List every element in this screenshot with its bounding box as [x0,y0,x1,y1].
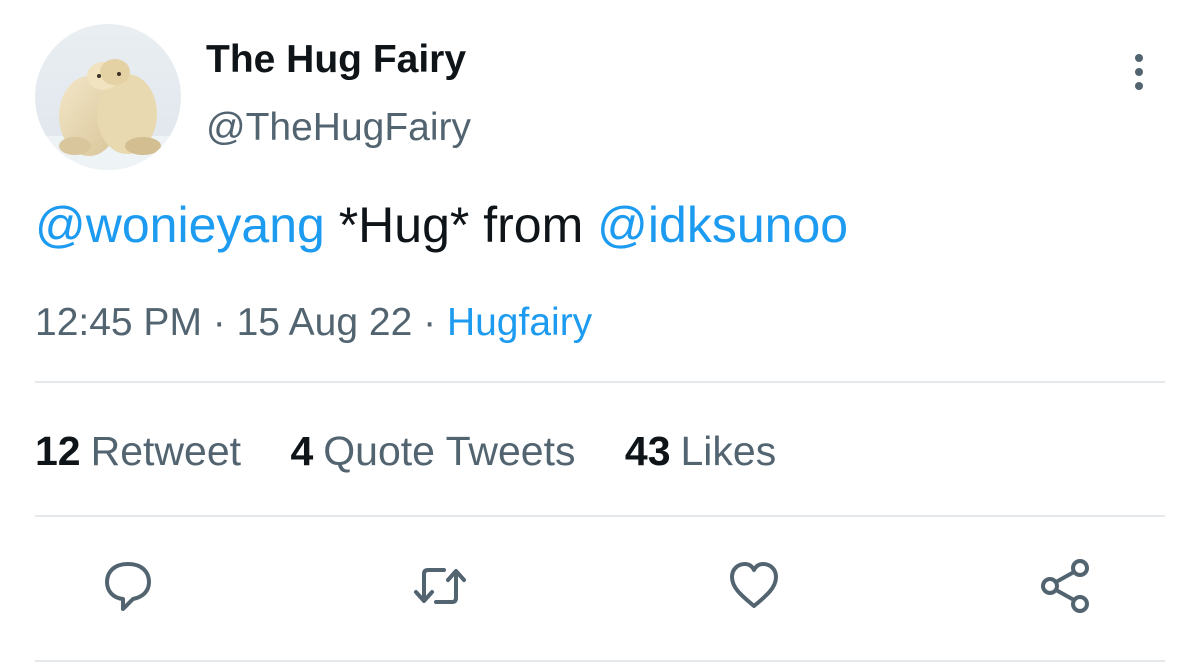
retweets-count: 12 [35,428,81,474]
display-name[interactable]: The Hug Fairy [206,38,466,82]
likes-label: Likes [680,428,777,474]
like-button[interactable] [724,556,784,616]
tweet-meta: 12:45 PM · 15 Aug 22 · Hugfairy [35,301,592,345]
retweet-icon [414,568,466,604]
tweet-date[interactable]: 15 Aug 22 [237,301,413,344]
meta-separator: · [201,301,237,344]
likes-stat[interactable]: 43 Likes [625,428,776,475]
tweet-detail: The Hug Fairy @TheHugFairy @wonieyang *H… [0,0,1200,671]
retweets-stat[interactable]: 12 Retweet [35,428,241,475]
mention-link[interactable]: @wonieyang [35,197,325,253]
quote-tweets-label: Quote Tweets [323,428,576,474]
user-handle[interactable]: @TheHugFairy [206,106,471,150]
tweet-stats: 12 Retweet 4 Quote Tweets 43 Likes [35,428,814,475]
likes-count: 43 [624,428,671,474]
divider [35,515,1165,517]
retweets-label: Retweet [90,428,242,474]
reply-icon [105,562,151,611]
heart-icon [730,562,778,608]
divider [35,381,1165,383]
divider [35,660,1165,662]
more-vertical-icon [1135,54,1143,90]
mention-link[interactable]: @idksunoo [597,197,848,253]
reply-button[interactable] [98,556,158,616]
tweet-text: @wonieyang *Hug* from @idksunoo [35,196,848,254]
tweet-body-text: *Hug* from [324,197,598,253]
tweet-time[interactable]: 12:45 PM [35,301,202,344]
more-options-button[interactable] [1120,48,1158,96]
quote-tweets-count: 4 [290,428,314,474]
tweet-source-link[interactable]: Hugfairy [447,301,592,344]
share-button[interactable] [1036,556,1096,616]
meta-separator: · [412,301,447,344]
quote-tweets-stat[interactable]: 4 Quote Tweets [290,428,575,475]
polar-bears-image [35,24,181,170]
avatar[interactable] [35,24,181,170]
share-icon [1041,559,1089,613]
retweet-button[interactable] [410,556,470,616]
